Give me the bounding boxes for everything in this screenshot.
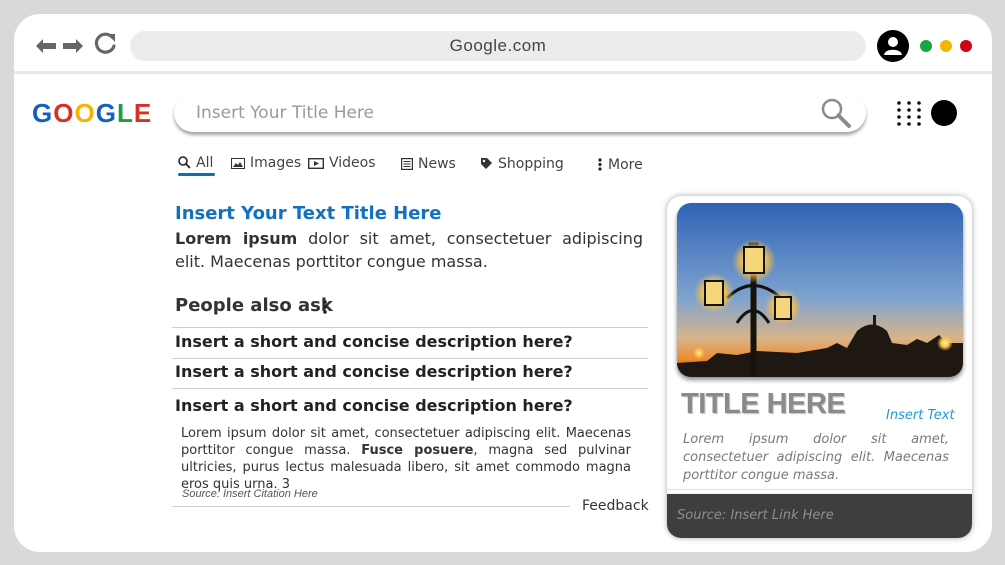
more-vertical-icon	[598, 158, 602, 171]
tab-images[interactable]: Images	[231, 154, 301, 172]
card-source-link[interactable]: Source: Insert Link Here	[677, 508, 834, 523]
video-icon	[307, 157, 325, 170]
card-insert-text-link[interactable]: Insert Text	[886, 408, 955, 423]
search-box	[174, 94, 866, 132]
apps-grid-icon[interactable]	[896, 100, 922, 128]
result-title-link[interactable]: Insert Your Text Title Here	[175, 203, 442, 224]
card-title: TITLE HERE	[681, 388, 846, 420]
tag-icon	[481, 158, 492, 169]
logo-letter: L	[116, 98, 134, 128]
people-also-ask-heading: People also ask	[175, 295, 333, 316]
back-arrow-icon[interactable]	[36, 36, 56, 56]
profile-avatar[interactable]	[931, 100, 957, 126]
tab-videos-label: Videos	[329, 155, 376, 171]
tab-more-label: More	[608, 157, 643, 173]
tab-all-label: All	[196, 155, 214, 171]
news-icon	[401, 158, 414, 171]
logo-letter: O	[74, 98, 96, 128]
divider	[667, 489, 972, 490]
question-item[interactable]: Insert a short and concise description h…	[175, 332, 573, 351]
tab-shopping-label: Shopping	[498, 156, 564, 172]
window-dot-red[interactable]	[960, 40, 972, 52]
forward-arrow-icon[interactable]	[63, 36, 83, 56]
question-item-expanded[interactable]: Insert a short and concise description h…	[175, 396, 573, 415]
divider	[172, 506, 570, 507]
answer-bold: Fusce posuere	[361, 443, 474, 458]
divider	[172, 327, 648, 328]
logo-letter: G	[32, 98, 54, 128]
logo-letter: O	[53, 98, 75, 128]
question-item[interactable]: Insert a short and concise description h…	[175, 362, 573, 381]
address-bar[interactable]: Google.com	[130, 31, 866, 61]
tab-videos[interactable]: Videos	[307, 154, 376, 172]
card-source-bar[interactable]: Source: Insert Link Here	[667, 494, 972, 538]
browser-toolbar: Google.com	[14, 14, 992, 74]
account-icon[interactable]	[877, 30, 909, 62]
card-image[interactable]	[677, 203, 963, 377]
logo-letter: E	[133, 98, 153, 128]
window-dot-green[interactable]	[920, 40, 932, 52]
search-input[interactable]	[196, 101, 796, 125]
knowledge-card: TITLE HERE Insert Text Lorem ipsum dolor…	[667, 196, 972, 538]
logo-letter: G	[95, 98, 117, 128]
google-logo[interactable]: GOOGLE	[32, 98, 152, 129]
reload-icon[interactable]	[92, 31, 118, 57]
tab-all[interactable]: All	[178, 154, 213, 172]
image-icon	[231, 158, 245, 169]
more-vertical-icon[interactable]	[322, 298, 328, 316]
result-snippet: Lorem ipsum dolor sit amet, consectetuer…	[175, 227, 643, 273]
citation[interactable]: Source: Insert Citation Here	[182, 488, 318, 500]
tab-images-label: Images	[250, 155, 302, 171]
snippet-bold: Lorem ipsum	[175, 229, 298, 248]
answer-text: Lorem ipsum dolor sit amet, consectetuer…	[181, 425, 631, 493]
browser-window: Google.com GOOGLE All Imag	[14, 14, 992, 552]
tab-more[interactable]: More	[597, 156, 643, 174]
active-tab-indicator	[178, 173, 215, 176]
tab-shopping[interactable]: Shopping	[480, 155, 564, 173]
search-icon[interactable]	[819, 96, 853, 130]
tab-news[interactable]: News	[401, 155, 456, 173]
search-icon	[178, 156, 191, 169]
divider	[172, 358, 648, 359]
card-description: Lorem ipsum dolor sit amet, consectetuer…	[683, 432, 949, 483]
tab-news-label: News	[418, 156, 456, 172]
window-dot-yellow[interactable]	[940, 40, 952, 52]
divider	[172, 388, 648, 389]
feedback-link[interactable]: Feedback	[582, 498, 649, 514]
